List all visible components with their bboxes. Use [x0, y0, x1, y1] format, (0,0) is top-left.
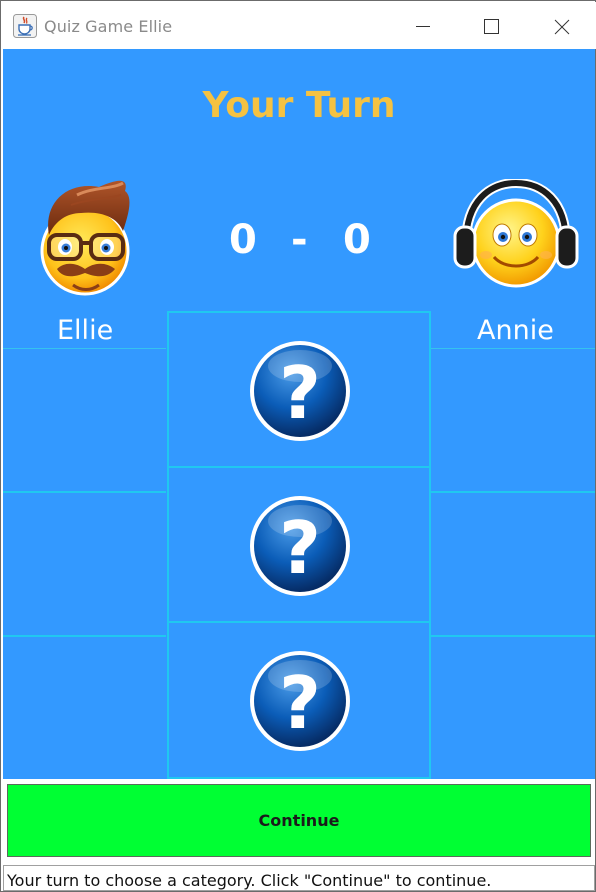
question-mark-icon: ?	[250, 341, 350, 441]
minimize-button[interactable]	[399, 2, 445, 49]
category-option-1[interactable]: ?	[167, 311, 431, 468]
right-round-cell	[431, 635, 595, 779]
close-button[interactable]	[539, 2, 585, 49]
app-window: Quiz Game Ellie Your Turn 0 - 0 Ellie An…	[0, 0, 596, 892]
turn-indicator: Your Turn	[202, 85, 396, 126]
hipster-emoji-avatar	[37, 173, 137, 299]
question-mark-icon: ?	[250, 496, 350, 596]
svg-text:?: ?	[279, 506, 321, 590]
player-name-right: Annie	[477, 315, 554, 346]
maximize-button[interactable]	[468, 2, 514, 49]
maximize-icon	[484, 19, 499, 34]
continue-button[interactable]: Continue	[7, 784, 591, 857]
game-board: Your Turn 0 - 0 Ellie Annie ? ? ?	[3, 49, 595, 779]
continue-panel: Continue	[3, 779, 595, 863]
right-round-cell	[431, 348, 595, 492]
window-title: Quiz Game Ellie	[44, 17, 173, 36]
headphones-emoji-avatar	[452, 177, 580, 297]
title-bar[interactable]: Quiz Game Ellie	[2, 2, 596, 49]
left-round-cell	[3, 635, 166, 779]
score-right: 0	[343, 217, 371, 263]
category-option-3[interactable]: ?	[167, 621, 431, 779]
score-separator: -	[291, 217, 308, 263]
close-icon	[554, 19, 570, 35]
question-mark-icon: ?	[250, 651, 350, 751]
player-name-left: Ellie	[57, 315, 114, 346]
status-text: Your turn to choose a category. Click "C…	[3, 865, 595, 891]
svg-text:?: ?	[279, 661, 321, 745]
category-option-2[interactable]: ?	[167, 466, 431, 623]
java-cup-icon	[13, 14, 37, 38]
left-round-cell	[3, 348, 166, 492]
right-round-cell	[431, 491, 595, 635]
score-left: 0	[229, 217, 257, 263]
minimize-icon	[416, 26, 430, 27]
svg-text:?: ?	[279, 351, 321, 435]
left-round-cell	[3, 491, 166, 635]
